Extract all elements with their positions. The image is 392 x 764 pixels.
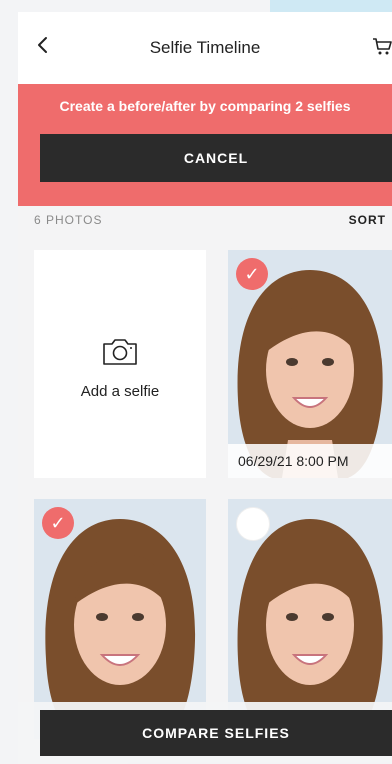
chevron-left-icon[interactable] bbox=[32, 34, 54, 56]
status-accent bbox=[270, 0, 392, 12]
check-icon[interactable]: ✓ bbox=[42, 507, 74, 539]
bottom-bar: COMPARE SELFIES bbox=[18, 702, 392, 764]
compare-banner: Create a before/after by comparing 2 sel… bbox=[18, 84, 392, 206]
cart-icon[interactable] bbox=[372, 36, 392, 56]
selfie-photo-1[interactable]: 06/29/21 8:00 PM ✓ bbox=[228, 250, 392, 478]
page-title: Selfie Timeline bbox=[149, 38, 261, 57]
compare-selfies-button[interactable]: COMPARE SELFIES bbox=[40, 710, 392, 756]
add-selfie-label: Add a selfie bbox=[80, 383, 160, 400]
check-icon[interactable]: ✓ bbox=[236, 258, 268, 290]
unselected-circle-icon[interactable] bbox=[236, 507, 270, 541]
header: Selfie Timeline bbox=[18, 12, 392, 84]
banner-message: Create a before/after by comparing 2 sel… bbox=[59, 98, 351, 114]
camera-icon bbox=[103, 339, 137, 365]
sort-button[interactable]: SORT bbox=[349, 213, 386, 227]
cancel-button[interactable]: CANCEL bbox=[40, 134, 392, 182]
add-selfie-tile[interactable]: Add a selfie bbox=[34, 250, 206, 478]
app-screen: Selfie Timeline Create a before/after by… bbox=[18, 12, 392, 764]
photo-count: 6 PHOTOS bbox=[34, 213, 103, 227]
photo-timestamp: 06/29/21 8:00 PM bbox=[228, 444, 392, 478]
